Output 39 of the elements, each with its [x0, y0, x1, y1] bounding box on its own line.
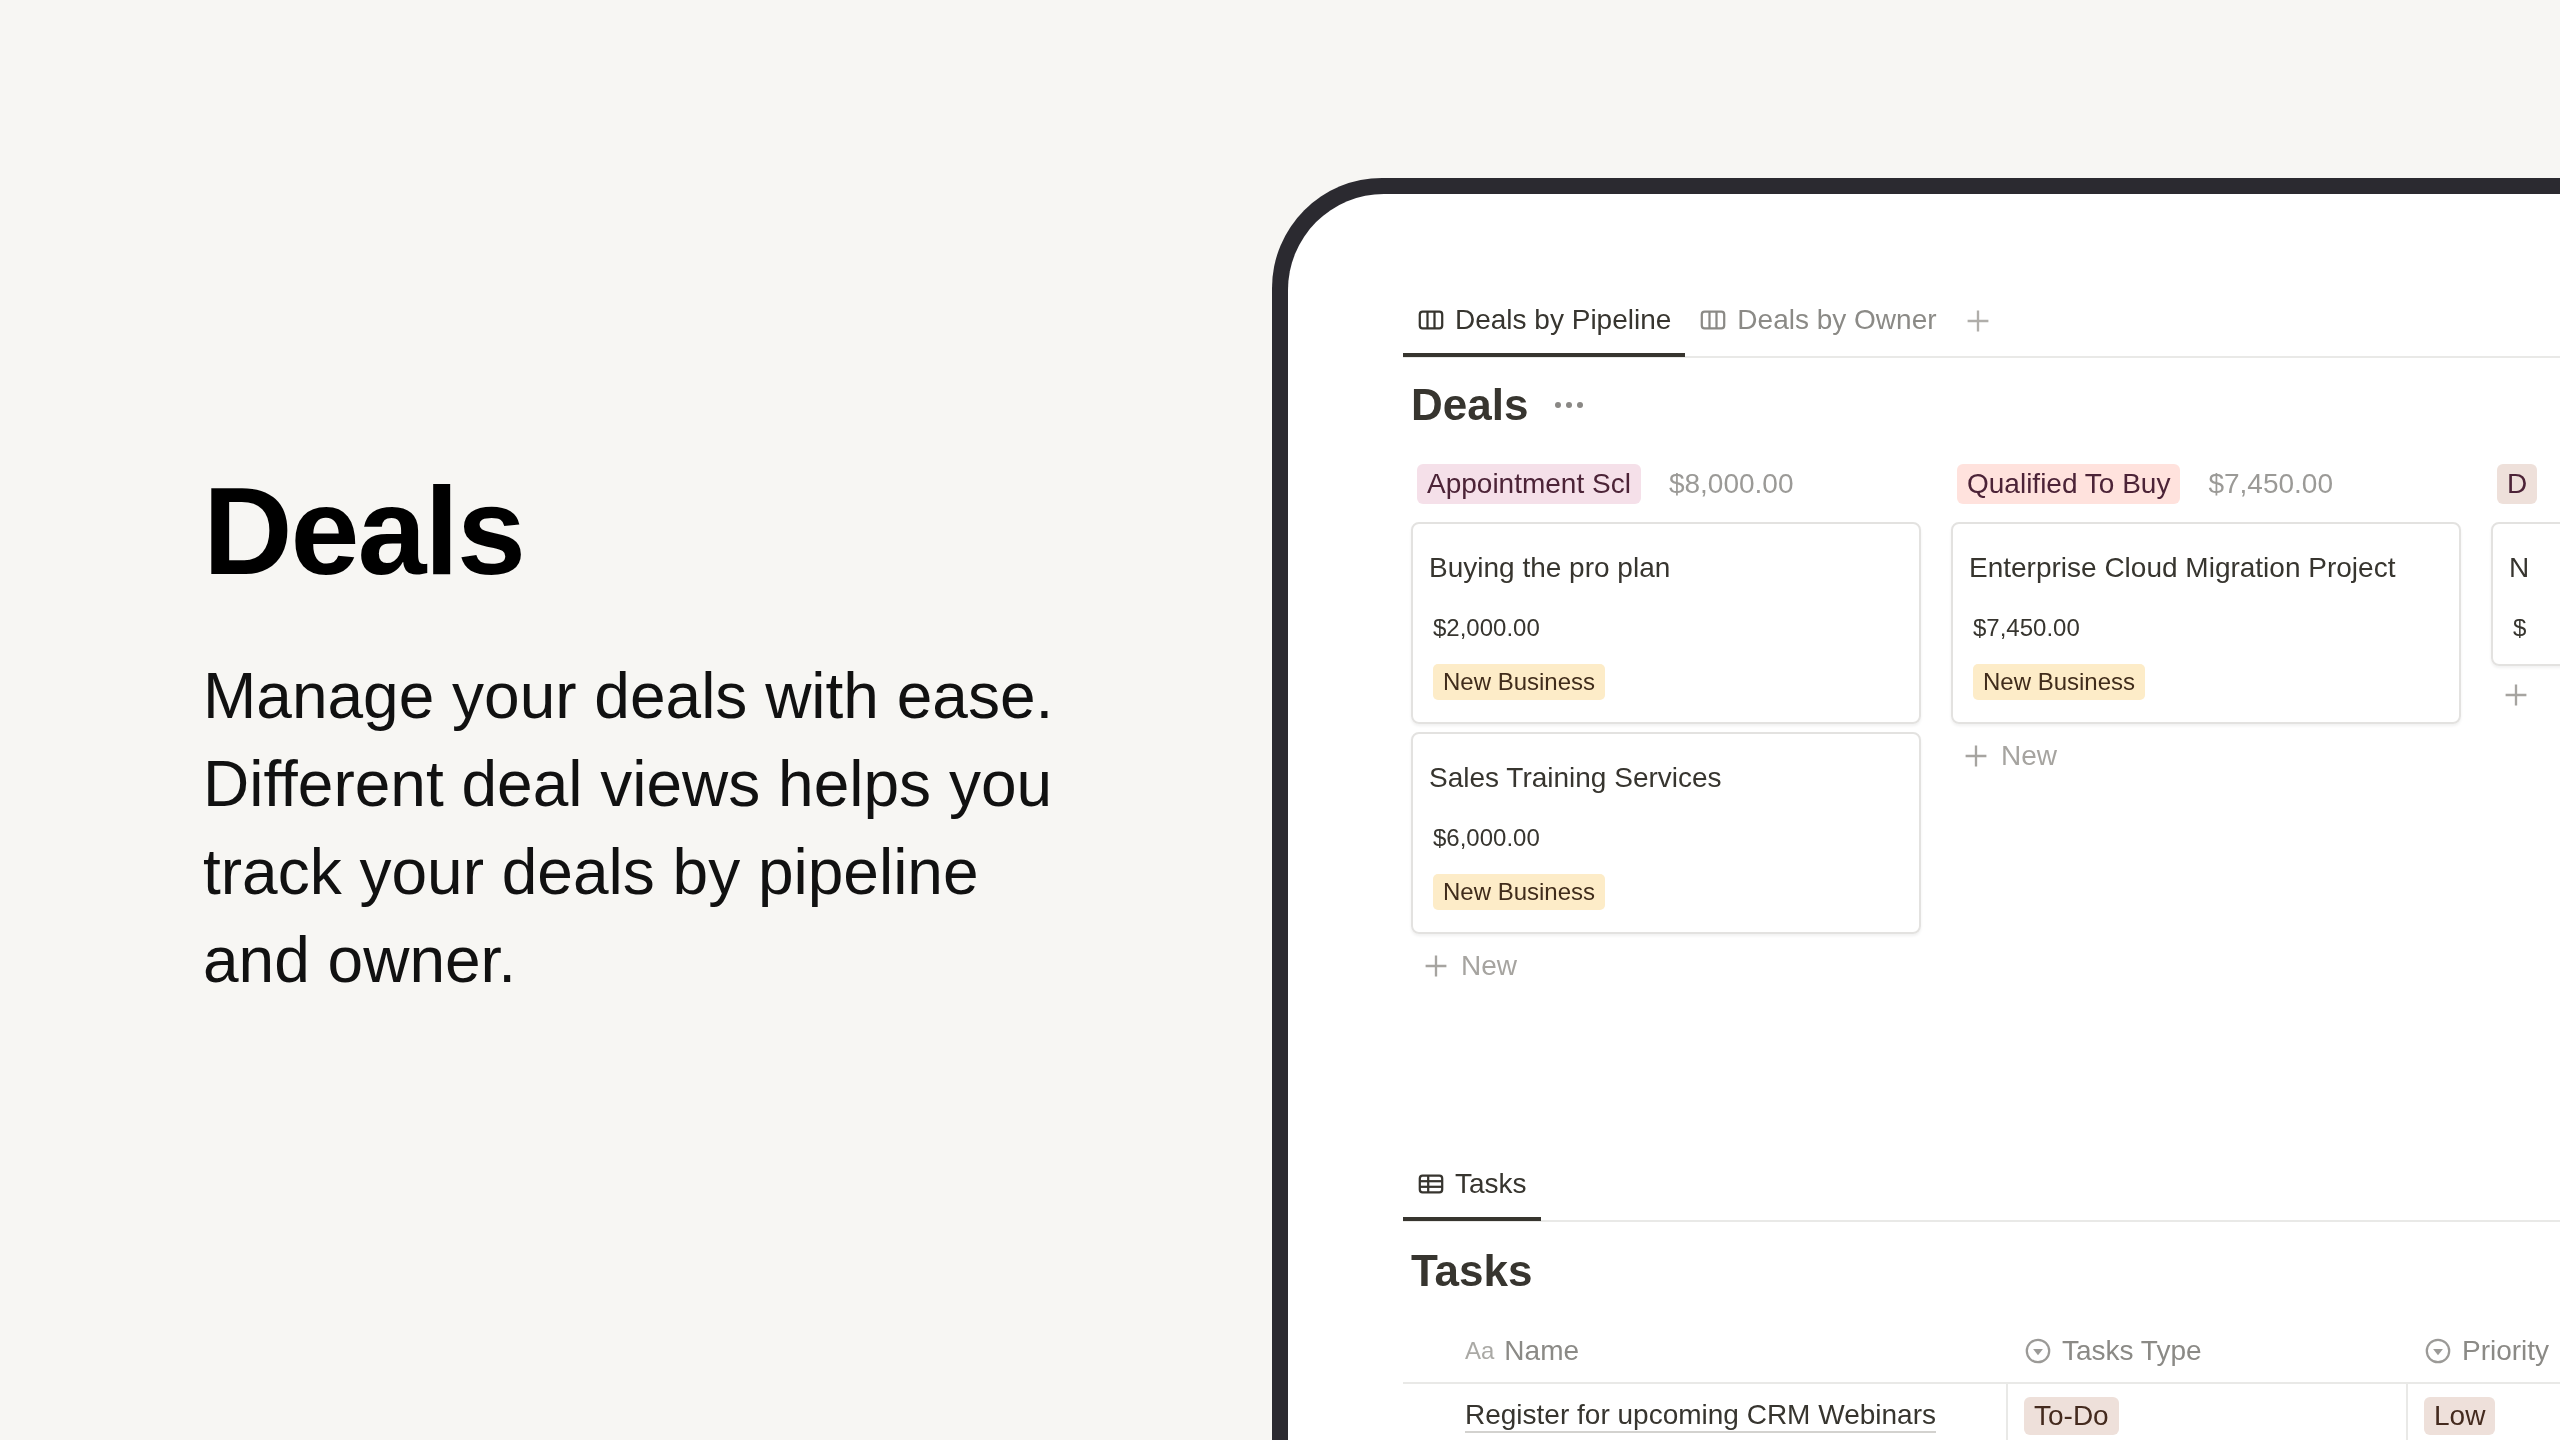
plus-icon — [1423, 953, 1449, 979]
plus-icon — [2503, 682, 2529, 708]
column-label: Name — [1504, 1335, 1580, 1367]
deal-card[interactable]: N $ — [2491, 522, 2560, 666]
view-tab[interactable]: Deals by Pipeline — [1403, 287, 1686, 357]
card-amount: $2,000.00 — [1433, 614, 1540, 642]
hero-description: Manage your deals with ease. Different deal views helps you track your deals by pipeline and owner. — [203, 659, 1055, 998]
group-tag: Appointment Scl — [1417, 464, 1641, 504]
deal-card[interactable]: Enterprise Cloud Migration Project $7,450.00 New Business — [1951, 522, 2461, 724]
card-amount: $ — [2513, 614, 2527, 642]
table-title: Tasks — [1411, 1246, 1534, 1296]
hero-title: Deals — [203, 461, 525, 602]
card-title: N — [2509, 552, 2530, 584]
card-tag: New Business — [1433, 874, 1606, 910]
select-type-icon — [2424, 1337, 2452, 1365]
plus-icon — [1963, 743, 1989, 769]
board-title: Deals — [1411, 380, 1529, 430]
deal-card[interactable]: Buying the pro plan $2,000.00 New Business — [1411, 522, 1921, 724]
select-type-icon — [2024, 1337, 2052, 1365]
card-tag: New Business — [1973, 664, 2146, 700]
task-name-link[interactable]: Register for upcoming CRM Webinars — [1465, 1399, 1936, 1433]
text-type-icon: Aa — [1465, 1337, 1495, 1365]
card-amount: $7,450.00 — [1973, 614, 2080, 642]
card-tag: New Business — [1433, 664, 1606, 700]
more-icon[interactable] — [1554, 401, 1585, 409]
task-type-tag: To-Do — [2024, 1397, 2119, 1435]
card-title: Sales Training Services — [1429, 762, 1722, 794]
deal-card[interactable]: Sales Training Services $6,000.00 New Business — [1411, 732, 1921, 934]
column-label: Priority — [2462, 1335, 2550, 1367]
group-total: $7,450.00 — [2208, 468, 2333, 500]
group-tag: D — [2497, 464, 2538, 504]
group-total: $8,000.00 — [1668, 468, 1794, 500]
card-amount: $6,000.00 — [1433, 824, 1540, 852]
card-title: Enterprise Cloud Migration Project — [1969, 552, 2396, 584]
priority-tag: Low — [2424, 1397, 2496, 1435]
group-tag: Qualified To Buy — [1957, 464, 2181, 504]
column-label: Tasks Type — [2062, 1335, 2202, 1367]
view-tab[interactable]: Tasks — [1403, 1151, 1541, 1221]
card-title: Buying the pro plan — [1429, 552, 1671, 584]
